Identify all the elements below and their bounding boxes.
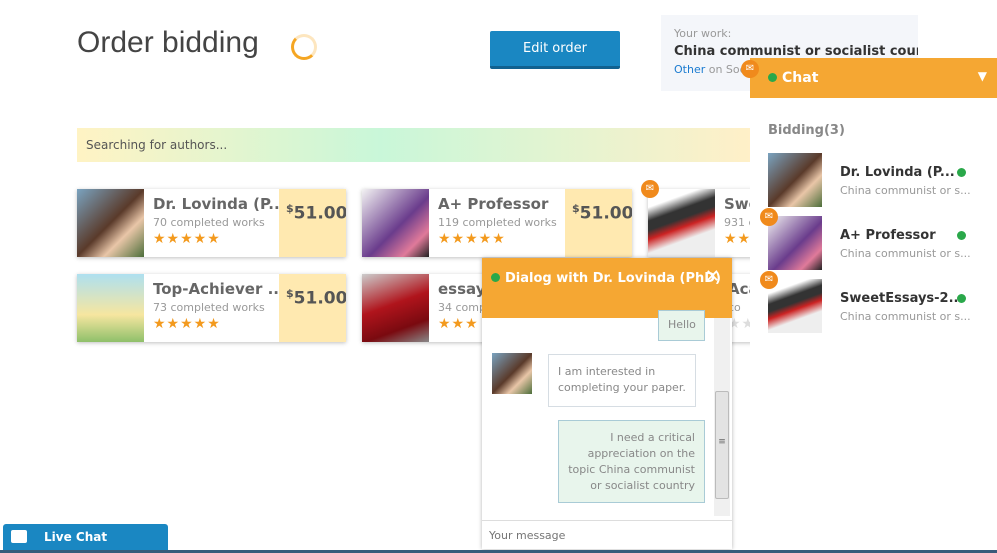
page-title: Order bidding <box>77 26 259 59</box>
author-name: Top-Achiever ... <box>153 280 279 298</box>
live-chat-button[interactable]: Live Chat <box>3 524 168 553</box>
chat-header[interactable]: Chat ▼ <box>750 58 997 98</box>
chat-dialog: Dialog with Dr. Lovinda (PhD) ✕ Hello I a… <box>482 258 732 549</box>
completed-works: 931 c <box>724 216 755 229</box>
rating-stars: ★★ <box>724 231 752 247</box>
author-card[interactable]: Dr. Lovinda (P... 70 completed works ★★★★★… <box>77 189 346 257</box>
author-name: Dr. Lovinda (P... <box>153 195 279 213</box>
author-avatar <box>362 189 429 257</box>
author-avatar <box>648 189 715 257</box>
chat-title: Chat <box>782 70 819 86</box>
sent-message: Hello <box>658 310 705 341</box>
author-name: Swe <box>724 195 758 213</box>
bidder-subtitle: China communist or s... <box>840 247 971 260</box>
loading-spinner-icon <box>291 34 317 60</box>
bidder-name: SweetEssays-2... <box>840 291 960 306</box>
chat-bubble-icon <box>11 530 27 543</box>
bidder-avatar <box>768 216 822 270</box>
online-status-icon <box>957 168 966 177</box>
bidder-avatar <box>768 153 822 207</box>
dialog-title: Dialog with Dr. Lovinda (PhD) <box>505 271 721 286</box>
scrollbar-thumb[interactable]: ≡ <box>715 391 729 499</box>
bidder-name: A+ Professor <box>840 228 936 243</box>
dialog-header: Dialog with Dr. Lovinda (PhD) ✕ <box>482 258 732 318</box>
rating-stars: ★★★★★ <box>153 316 221 332</box>
online-status-icon <box>957 231 966 240</box>
bidder-subtitle: China communist or s... <box>840 310 971 323</box>
bidding-count: Bidding(3) <box>768 123 845 138</box>
author-avatar <box>77 189 144 257</box>
online-status-icon <box>768 73 777 82</box>
sent-message: I need a critical appreciation on the to… <box>558 420 705 503</box>
rating-stars: ★★★★★ <box>438 231 506 247</box>
search-status: Searching for authors... <box>77 128 750 162</box>
work-label: Your work: <box>674 27 732 40</box>
bidder-item[interactable]: A+ Professor China communist or s... <box>768 216 997 270</box>
completed-works: 119 completed works <box>438 216 557 229</box>
author-card[interactable]: A+ Professor 119 completed works ★★★★★ $51… <box>362 189 632 257</box>
bidder-name: Dr. Lovinda (P... <box>840 165 955 180</box>
bidder-subtitle: China communist or s... <box>840 184 971 197</box>
bid-price: $51.00 <box>279 189 346 257</box>
message-icon[interactable]: ✉ <box>760 271 778 289</box>
rating-stars: ★★★★★ <box>153 231 221 247</box>
online-status-icon <box>957 294 966 303</box>
author-avatar <box>492 353 532 394</box>
close-icon[interactable]: ✕ <box>705 266 720 288</box>
work-title: China communist or socialist country <box>674 44 918 59</box>
chat-panel: Chat ▼ Bidding(3) Dr. Lovinda (P... China … <box>750 58 997 553</box>
bid-price: $51.00 <box>565 189 632 257</box>
author-card[interactable]: Top-Achiever ... 73 completed works ★★★★★ … <box>77 274 346 342</box>
message-icon[interactable]: ✉ <box>641 180 659 198</box>
edit-order-button[interactable]: Edit order <box>490 31 620 69</box>
completed-works: 73 completed works <box>153 301 265 314</box>
author-card[interactable]: Swe 931 c ★★ <box>648 189 758 257</box>
bidder-item[interactable]: Dr. Lovinda (P... China communist or s... <box>768 153 997 207</box>
received-message: I am interested in completing your paper… <box>548 354 696 407</box>
author-avatar <box>362 274 429 342</box>
bid-price: $51.00 <box>279 274 346 342</box>
bidder-avatar <box>768 279 822 333</box>
author-name: A+ Professor <box>438 195 549 213</box>
message-input[interactable] <box>482 520 732 549</box>
collapse-arrow-icon[interactable]: ▼ <box>978 69 987 83</box>
online-status-icon <box>491 273 500 282</box>
work-subject-link[interactable]: Other <box>674 63 705 76</box>
message-icon[interactable]: ✉ <box>741 60 759 78</box>
author-avatar <box>77 274 144 342</box>
message-icon[interactable]: ✉ <box>760 208 778 226</box>
completed-works: 70 completed works <box>153 216 265 229</box>
bidder-item[interactable]: SweetEssays-2... China communist or s... <box>768 279 997 333</box>
live-chat-label: Live Chat <box>44 530 108 544</box>
